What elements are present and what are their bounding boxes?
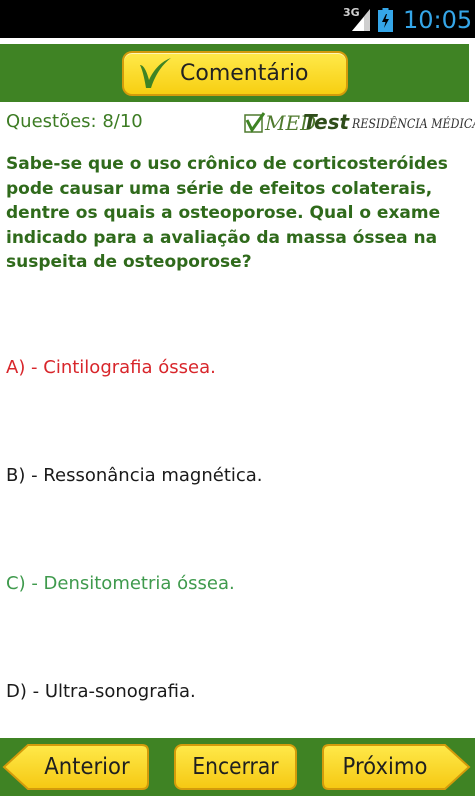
answer-option-b[interactable]: B) - Ressonância magnética. bbox=[6, 463, 263, 489]
battery-charging-icon bbox=[378, 8, 393, 32]
answer-option-a[interactable]: A) - Cintilografia óssea. bbox=[6, 355, 216, 381]
previous-button[interactable]: Anterior bbox=[2, 743, 150, 791]
signal-icon bbox=[352, 9, 370, 31]
logo-check-icon bbox=[244, 112, 266, 133]
check-mark-icon bbox=[140, 58, 171, 88]
question-counter: Questões: 8/10 bbox=[6, 111, 143, 132]
next-button[interactable]: Próximo bbox=[321, 743, 471, 791]
answer-option-c[interactable]: C) - Densitometria óssea. bbox=[6, 571, 235, 597]
status-clock: 10:05 bbox=[403, 6, 473, 34]
question-text: Sabe-se que o uso crônico de corticoster… bbox=[6, 154, 448, 272]
footer-nav: Anterior Encerrar Próximo bbox=[0, 738, 475, 796]
logo-subtitle: Residência Médica bbox=[352, 117, 475, 132]
next-button-label: Próximo bbox=[342, 754, 428, 780]
answer-option-d[interactable]: D) - Ultra-sonografia. bbox=[6, 679, 196, 705]
logo-test-text: Test bbox=[303, 110, 350, 134]
comment-button-label: Comentário bbox=[180, 61, 309, 86]
status-bar: 3G 10:05 bbox=[0, 0, 475, 38]
finish-button[interactable]: Encerrar bbox=[174, 743, 297, 791]
finish-button-label: Encerrar bbox=[192, 754, 279, 780]
previous-button-label: Anterior bbox=[44, 754, 130, 780]
comment-button[interactable]: Comentário bbox=[122, 51, 348, 96]
medtest-logo: Med Test Residência Médica bbox=[244, 110, 475, 138]
